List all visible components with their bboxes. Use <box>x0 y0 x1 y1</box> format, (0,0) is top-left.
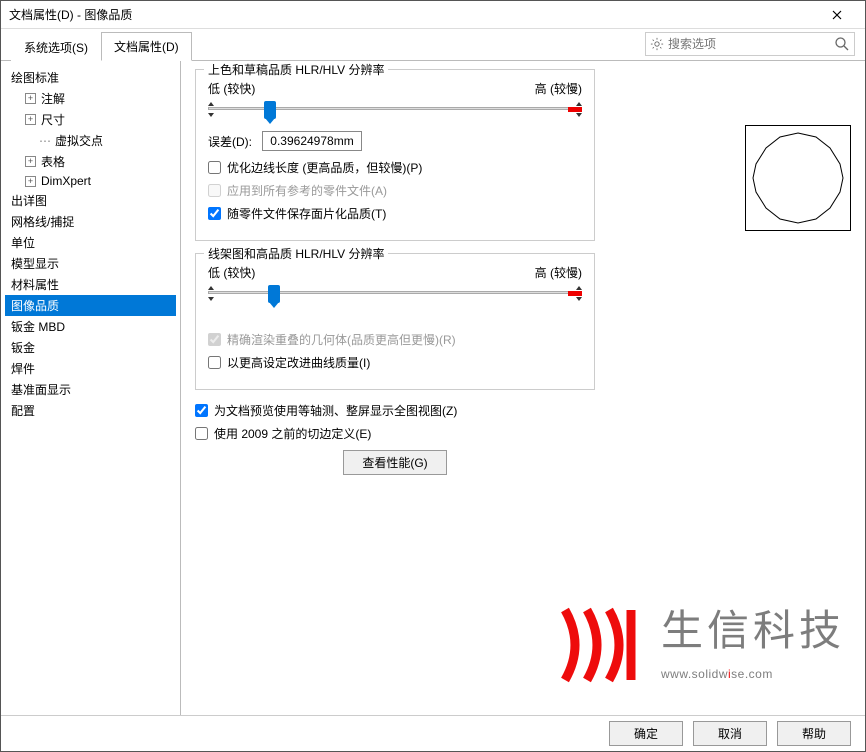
improve-curve-checkbox[interactable]: 以更高设定改进曲线质量(I) <box>208 354 582 371</box>
shaded-quality-group: 上色和草稿品质 HLR/HLV 分辨率 低 (较快) 高 (较慢) 误差(D):… <box>195 69 595 241</box>
tree-item-绘图标准[interactable]: 绘图标准 <box>5 67 176 88</box>
group-title: 线架图和高品质 HLR/HLV 分辨率 <box>204 245 388 262</box>
tree-item-材料属性[interactable]: 材料属性 <box>5 274 176 295</box>
ok-button[interactable]: 确定 <box>609 721 683 746</box>
tree-item-钣金 MBD[interactable]: 钣金 MBD <box>5 316 176 337</box>
close-icon <box>832 10 842 20</box>
preview-circle-icon <box>750 130 846 226</box>
save-tessellation-checkbox[interactable]: 随零件文件保存面片化品质(T) <box>208 205 582 222</box>
expander-icon[interactable]: + <box>25 176 36 187</box>
tree-item-表格[interactable]: +表格 <box>5 151 176 172</box>
close-button[interactable] <box>817 2 857 28</box>
tree-item-图像品质[interactable]: 图像品质 <box>5 295 176 316</box>
search-icon[interactable] <box>834 36 850 52</box>
precise-render-checkbox: 精确渲染重叠的几何体(品质更高但更慢)(R) <box>208 331 582 348</box>
wireframe-quality-slider[interactable] <box>208 283 582 307</box>
tree-item-虚拟交点[interactable]: ⋯虚拟交点 <box>5 130 176 151</box>
tree-item-焊件[interactable]: 焊件 <box>5 358 176 379</box>
expander-icon[interactable]: + <box>25 93 36 104</box>
tree-item-单位[interactable]: 单位 <box>5 232 176 253</box>
expander-icon[interactable]: + <box>25 156 36 167</box>
tree-item-模型显示[interactable]: 模型显示 <box>5 253 176 274</box>
group-title: 上色和草稿品质 HLR/HLV 分辨率 <box>204 61 388 78</box>
deviation-input[interactable] <box>262 131 362 151</box>
gear-icon <box>650 37 664 51</box>
optimize-edge-checkbox[interactable]: 优化边线长度 (更高品质，但较慢)(P) <box>208 159 582 176</box>
tree-item-出详图[interactable]: 出详图 <box>5 190 176 211</box>
tree-item-配置[interactable]: 配置 <box>5 400 176 421</box>
logo-icon <box>555 595 645 685</box>
low-label: 低 (较快) <box>208 264 255 281</box>
tab-document-properties[interactable]: 文档属性(D) <box>101 32 192 61</box>
window-title: 文档属性(D) - 图像品质 <box>9 6 817 23</box>
apply-all-checkbox: 应用到所有参考的零件文件(A) <box>208 182 582 199</box>
tree-item-钣金[interactable]: 钣金 <box>5 337 176 358</box>
watermark: 生信科技 www.solidwise.com <box>555 595 845 685</box>
cancel-button[interactable]: 取消 <box>693 721 767 746</box>
tab-system-options[interactable]: 系统选项(S) <box>11 33 101 61</box>
expander-icon[interactable]: + <box>25 114 36 125</box>
high-label: 高 (较慢) <box>535 80 582 97</box>
high-label: 高 (较慢) <box>535 264 582 281</box>
tree-item-尺寸[interactable]: +尺寸 <box>5 109 176 130</box>
tree-item-网格线/捕捉[interactable]: 网格线/捕捉 <box>5 211 176 232</box>
view-performance-button[interactable]: 查看性能(G) <box>343 450 446 475</box>
tree-item-注解[interactable]: +注解 <box>5 88 176 109</box>
search-box[interactable] <box>645 32 855 56</box>
wireframe-quality-group: 线架图和高品质 HLR/HLV 分辨率 低 (较快) 高 (较慢) 精确渲染重叠… <box>195 253 595 390</box>
low-label: 低 (较快) <box>208 80 255 97</box>
preview-box <box>745 125 851 231</box>
deviation-label: 误差(D): <box>208 133 252 150</box>
watermark-cn: 生信科技 <box>661 597 845 658</box>
shaded-quality-slider[interactable] <box>208 99 582 123</box>
nav-tree[interactable]: 绘图标准+注解+尺寸⋯虚拟交点+表格+DimXpert出详图网格线/捕捉单位模型… <box>1 61 181 715</box>
help-button[interactable]: 帮助 <box>777 721 851 746</box>
pre2009-tangent-checkbox[interactable]: 使用 2009 之前的切边定义(E) <box>195 425 851 442</box>
watermark-url: www.solidwise.com <box>661 658 845 684</box>
tree-item-基准面显示[interactable]: 基准面显示 <box>5 379 176 400</box>
isometric-preview-checkbox[interactable]: 为文档预览使用等轴测、整屏显示全图视图(Z) <box>195 402 851 419</box>
search-input[interactable] <box>668 37 834 51</box>
tree-item-DimXpert[interactable]: +DimXpert <box>5 172 176 190</box>
